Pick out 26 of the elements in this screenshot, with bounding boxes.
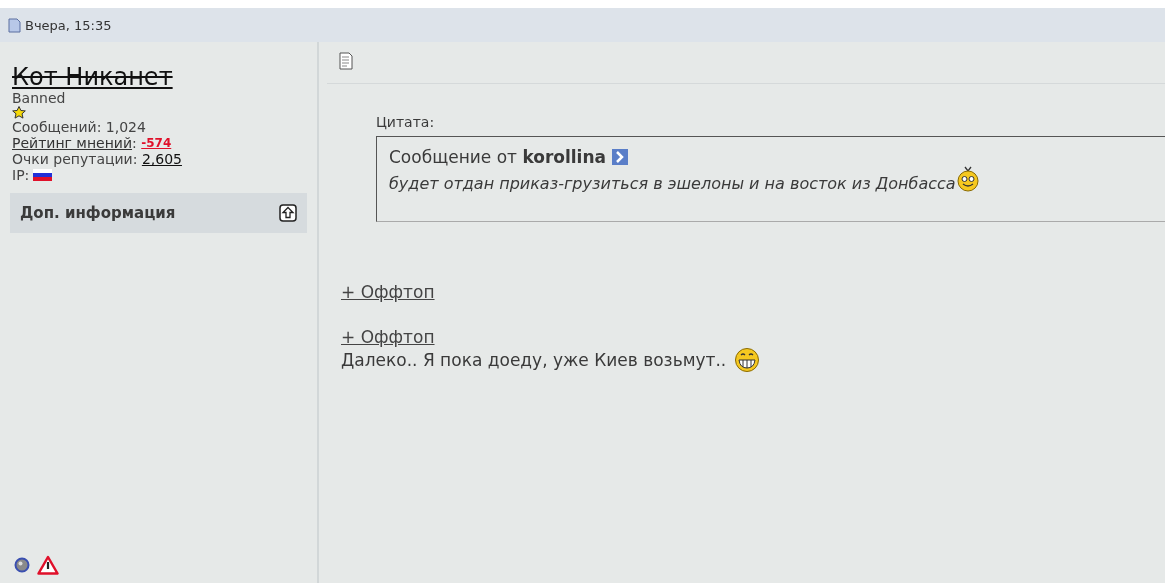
- ip-label: IP:: [12, 167, 30, 184]
- flag-icon: [33, 169, 53, 182]
- quote-label: Цитата:: [376, 114, 436, 130]
- rank-star-icon: [12, 106, 26, 120]
- reputation-value-link[interactable]: 2,605: [141, 151, 182, 168]
- offline-status-icon: [14, 557, 30, 573]
- smiley-icon: [955, 165, 980, 193]
- rating-link[interactable]: Рейтинг мнений: [12, 135, 133, 152]
- spoiler-link[interactable]: + Оффтоп: [341, 327, 435, 347]
- spoiler-link[interactable]: + Оффтоп: [341, 282, 435, 302]
- more-info-label: Доп. информация: [20, 204, 176, 223]
- rating-value-link[interactable]: -574: [141, 135, 172, 152]
- post-date: Вчера, 15:35: [25, 17, 112, 33]
- message-text: Далеко.. Я пока доеду, уже Киев возьмут..: [341, 350, 727, 370]
- post-icon: [339, 52, 353, 70]
- username-link[interactable]: Кот Никанет: [12, 64, 173, 91]
- grinning-smiley-icon: [734, 347, 761, 373]
- post-count: Сообщений: 1,024: [12, 119, 147, 136]
- rating-colon: :: [132, 135, 137, 152]
- user-title: Banned: [12, 90, 67, 107]
- quote-author: Сообщение от korollina: [389, 147, 607, 167]
- reputation-label: Очки репутации:: [12, 151, 138, 168]
- document-icon: [8, 17, 21, 33]
- quote-text: будет отдан приказ-грузиться в эшелоны и на восток из Донбасса: [389, 174, 956, 193]
- warning-icon[interactable]: [37, 555, 59, 575]
- more-info-panel[interactable]: Доп. информация: [10, 193, 307, 234]
